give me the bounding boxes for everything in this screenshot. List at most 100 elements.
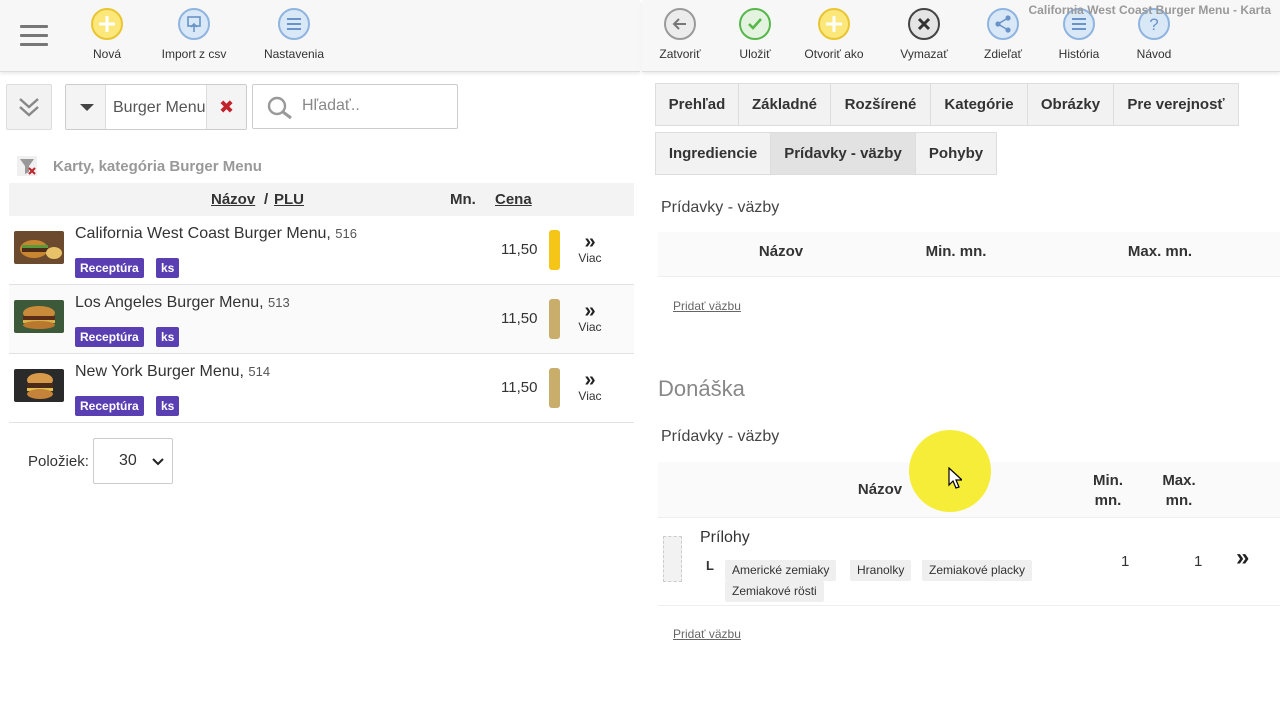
settings-button[interactable]: Nastavenia: [254, 8, 334, 61]
import-csv-button[interactable]: Import z csv: [154, 8, 234, 61]
double-chevron-right-icon: »: [584, 231, 596, 253]
add-link-button[interactable]: Pridať väzbu: [673, 627, 741, 641]
category-color-bar: [549, 368, 560, 408]
burger-thumbnail: [14, 231, 64, 264]
burger-thumbnail: [14, 300, 64, 333]
new-button-label: Nová: [92, 47, 121, 61]
collapse-button[interactable]: [6, 84, 52, 130]
col-name: Názov: [857, 481, 903, 498]
more-button[interactable]: » Viac: [577, 300, 603, 334]
section2-subtitle: Prídavky - väzby: [661, 428, 780, 445]
tab-advanced[interactable]: Rozšírené: [830, 83, 931, 126]
import-csv-label: Import z csv: [161, 47, 227, 61]
col-max: Max. mn.: [1127, 243, 1193, 260]
more-button[interactable]: » Viac: [577, 369, 603, 403]
tab-ingredients[interactable]: Ingrediencie: [655, 132, 771, 175]
burger-thumbnail: [14, 369, 64, 402]
item-name[interactable]: Los Angeles Burger Menu, 513: [75, 294, 290, 312]
tab-overview[interactable]: Prehľad: [655, 83, 739, 126]
addon-chip: Zemiakové placky: [922, 560, 1033, 581]
share-label: Zdieľať: [983, 47, 1022, 61]
plus-icon: [91, 8, 123, 40]
tab-categories[interactable]: Kategórie: [930, 83, 1028, 126]
left-toolbar: Nová Import z csv Nastavenia: [0, 0, 640, 72]
mouse-pointer-icon: [948, 467, 962, 489]
check-icon: [739, 8, 771, 40]
clear-filter-icon[interactable]: ✖: [206, 85, 246, 129]
col-max: Max. mn.: [1162, 472, 1196, 509]
hamburger-menu-icon[interactable]: [20, 25, 48, 47]
filter-clear-icon[interactable]: [16, 155, 38, 177]
item-name[interactable]: California West Coast Burger Menu, 516: [75, 225, 357, 243]
unit-badge: ks: [156, 327, 180, 347]
open-as-button[interactable]: Otvoriť ako: [794, 8, 874, 61]
category-filter[interactable]: Burger Menu ✖: [65, 84, 247, 130]
header-price[interactable]: Cena: [495, 191, 532, 208]
list-item[interactable]: Los Angeles Burger Menu, 513 Receptúra k…: [9, 285, 634, 354]
item-name[interactable]: New York Burger Menu, 514: [75, 363, 270, 381]
tab-basic[interactable]: Základné: [738, 83, 831, 126]
header-plu[interactable]: PLU: [274, 191, 304, 208]
search-placeholder: Hľadať..: [302, 97, 360, 114]
new-button[interactable]: Nová: [67, 8, 147, 61]
filter-dropdown-button[interactable]: [66, 85, 106, 129]
double-chevron-right-icon: »: [584, 300, 596, 322]
tab-images[interactable]: Obrázky: [1027, 83, 1114, 126]
list-item[interactable]: California West Coast Burger Menu, 516 R…: [9, 216, 634, 285]
add-link-button[interactable]: Pridať väzbu: [673, 299, 741, 313]
chevron-down-icon: [152, 458, 164, 466]
settings-label: Nastavenia: [263, 47, 325, 61]
header-qty: Mn.: [450, 191, 476, 208]
search-input[interactable]: Hľadať..: [252, 84, 458, 129]
delete-x-icon: [908, 8, 940, 40]
save-button[interactable]: Uložiť: [715, 8, 795, 61]
help-label: Návod: [1136, 47, 1172, 61]
close-button[interactable]: Zatvoriť: [640, 8, 720, 61]
header-name[interactable]: Názov: [211, 191, 255, 208]
unit-badge: ks: [156, 396, 180, 416]
addon-group-name: Prílohy: [700, 529, 750, 546]
more-button[interactable]: » Viac: [577, 231, 603, 265]
item-price: 11,50: [501, 241, 538, 258]
item-price: 11,50: [501, 379, 538, 396]
unit-badge: ks: [156, 258, 180, 278]
double-chevron-right-icon: »: [584, 369, 596, 391]
recipe-badge: Receptúra: [75, 327, 144, 347]
recipe-badge: Receptúra: [75, 396, 144, 416]
per-page-select[interactable]: 30: [93, 438, 173, 484]
double-chevron-right-icon[interactable]: »: [1236, 544, 1249, 572]
list-icon: [278, 8, 310, 40]
delete-label: Vymazať: [900, 47, 948, 61]
app-window: { "window_title": "California West Coast…: [0, 0, 1280, 720]
close-label: Zatvoriť: [659, 47, 701, 61]
tab-addons-links[interactable]: Prídavky - väzby: [770, 132, 916, 175]
per-page-value: 30: [119, 452, 137, 469]
history-label: História: [1058, 47, 1100, 61]
section2-title: Donáška: [658, 376, 745, 401]
section1-subtitle: Prídavky - väzby: [661, 199, 780, 216]
section1-table-header: Názov Min. mn. Max. mn.: [658, 232, 1280, 277]
min-value: 1: [1121, 553, 1130, 570]
search-icon: [267, 96, 292, 120]
recipe-badge: Receptúra: [75, 258, 144, 278]
delete-button[interactable]: Vymazať: [884, 8, 964, 61]
open-as-label: Otvoriť ako: [804, 47, 864, 61]
save-label: Uložiť: [739, 47, 771, 61]
addon-chip: Hranolky: [850, 560, 912, 581]
per-page-label: Položiek:: [28, 453, 89, 470]
col-name: Názov: [758, 243, 804, 260]
right-toolbar: Zatvoriť Uložiť Otvoriť ako Vymazať Zdie…: [642, 0, 1280, 72]
drag-handle[interactable]: [663, 536, 682, 582]
double-chevron-down-icon: [19, 98, 39, 117]
list-item[interactable]: New York Burger Menu, 514 Receptúra ks 1…: [9, 354, 634, 423]
addon-chip: Americké zemiaky: [725, 560, 837, 581]
category-color-bar: [549, 299, 560, 339]
import-icon: [178, 8, 210, 40]
plus-icon: [818, 8, 850, 40]
addon-row[interactable]: Prílohy L Americké zemiaky Hranolky Zemi…: [658, 520, 1280, 606]
tab-public[interactable]: Pre verejnosť: [1113, 83, 1239, 126]
branch-icon: L: [706, 558, 714, 573]
filter-value: Burger Menu: [113, 99, 206, 116]
svg-text:?: ?: [1149, 15, 1158, 34]
tab-movements[interactable]: Pohyby: [915, 132, 997, 175]
